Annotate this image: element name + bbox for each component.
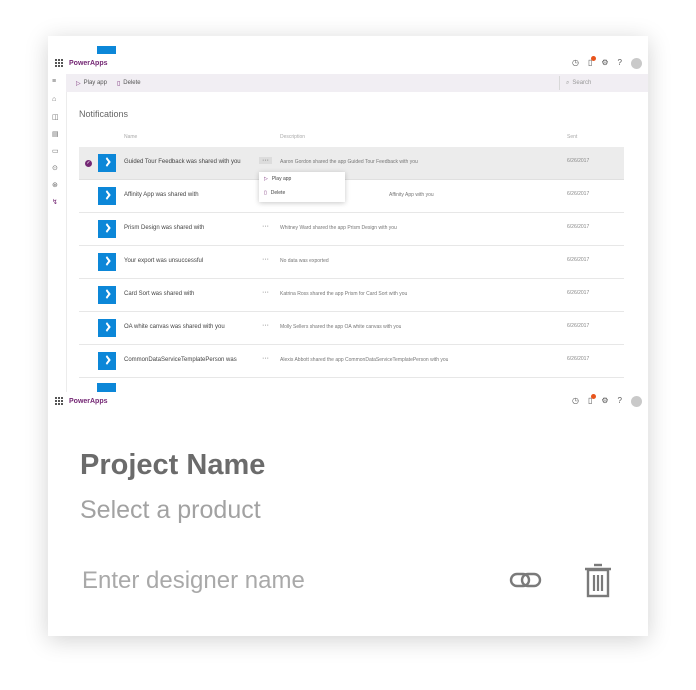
app-tile-icon [98, 187, 116, 205]
waffle-icon[interactable] [55, 397, 63, 405]
avatar[interactable] [631, 395, 642, 407]
notification-description: Katrina Ross shared the app Prism for Ca… [280, 291, 408, 297]
delete-label: Delete [123, 80, 141, 86]
more-options-button[interactable]: ··· [262, 289, 269, 296]
avatar[interactable] [631, 57, 642, 69]
more-options-button[interactable]: ··· [262, 223, 269, 230]
trash-icon [585, 563, 611, 598]
app-tile-icon [98, 220, 116, 238]
app-tile-icon [98, 352, 116, 370]
command-bar: ▷ Play app ▯ Delete ⌕ Search [66, 74, 648, 92]
context-menu: ▷ Play app ▯ Delete [259, 172, 345, 202]
notification-date: 6/26/2017 [567, 224, 590, 230]
gear-icon[interactable]: ⚙ [601, 397, 608, 405]
powerapps-card: PowerApps ◷ ▯ ⚙ ? ≡ ⌂ ◫ ▤ ▭ ⊙ ⊛ ↯ ▷ Play… [48, 36, 648, 636]
notification-row[interactable]: Affinity App was shared with ··· Affinit… [79, 180, 624, 213]
bell-icon[interactable]: ▯ [588, 394, 596, 405]
left-rail: ≡ ⌂ ◫ ▤ ▭ ⊙ ⊛ ↯ [48, 74, 67, 392]
search-icon: ⌕ [566, 79, 570, 86]
notification-date: 6/26/2017 [567, 290, 590, 296]
more-options-button[interactable]: ··· [262, 355, 269, 362]
notification-name: Guided Tour Feedback was shared with you [124, 159, 241, 165]
hamburger-icon[interactable]: ≡ [52, 78, 56, 85]
column-header-name[interactable]: Name [124, 134, 137, 140]
link-icon [509, 572, 542, 588]
more-options-button[interactable]: ··· [262, 322, 269, 329]
partial-app-icon-bottom [97, 383, 116, 392]
apps-icon[interactable]: ▤ [52, 130, 59, 138]
notification-date: 6/26/2017 [567, 356, 590, 362]
trash-icon: ▯ [116, 80, 121, 87]
more-options-button[interactable]: ··· [259, 157, 272, 164]
notification-description: Alexis Abbott shared the app CommonDataS… [280, 357, 449, 363]
notification-name: Your export was unsuccessful [124, 258, 204, 264]
notification-date: 6/26/2017 [567, 257, 590, 263]
notifications-icon[interactable]: ↯ [52, 198, 58, 206]
bell-icon[interactable]: ▯ [588, 56, 596, 67]
help-icon[interactable]: ? [618, 59, 622, 67]
notification-description: Molly Sellers shared the app OA white ca… [280, 324, 402, 330]
app-tile-icon [98, 253, 116, 271]
play-app-button[interactable]: ▷ Play app [76, 80, 107, 87]
create-icon[interactable]: ▭ [52, 147, 59, 155]
notification-row[interactable]: Your export was unsuccessful ··· No data… [79, 246, 624, 279]
delete-button[interactable]: ▯ Delete [117, 80, 141, 87]
notification-description: Aaron Gordon shared the app Guided Tour … [280, 159, 418, 165]
play-icon: ▷ [76, 80, 81, 87]
history-icon[interactable]: ◷ [572, 59, 579, 67]
history-icon[interactable]: ◷ [572, 397, 579, 405]
context-menu-play-app[interactable]: ▷ Play app [259, 172, 345, 186]
gear-icon[interactable]: ⚙ [601, 59, 608, 67]
notification-row[interactable]: Card Sort was shared with ··· Katrina Ro… [79, 279, 624, 312]
brand-name[interactable]: PowerApps [69, 60, 108, 67]
notification-name: Prism Design was shared with [124, 225, 205, 231]
trash-icon: ▯ [264, 190, 267, 196]
help-icon[interactable]: ? [618, 397, 622, 405]
notification-row[interactable]: Prism Design was shared with ··· Whitney… [79, 213, 624, 246]
app-tile-icon [98, 154, 116, 172]
home-icon[interactable]: ⌂ [52, 96, 56, 103]
context-menu-delete-label: Delete [270, 190, 286, 196]
app-tile-icon [98, 286, 116, 304]
notification-date: 6/26/2017 [567, 158, 590, 164]
top-bar-secondary: PowerApps ◷ ▯ ⚙ ? [48, 392, 648, 410]
search-placeholder: Search [572, 80, 592, 86]
notification-name: Affinity App was shared with [124, 192, 199, 198]
notification-date: 6/26/2017 [567, 191, 590, 197]
notification-name: Card Sort was shared with [124, 291, 195, 297]
notification-description: Whitney Ward shared the app Prism Design… [280, 225, 397, 231]
notification-row[interactable]: ✓ Guided Tour Feedback was shared with y… [79, 147, 624, 180]
notification-name: CommonDataServiceTemplatePerson was [124, 357, 237, 363]
learn-icon[interactable]: ◫ [52, 113, 59, 121]
delete-project-button[interactable] [584, 562, 612, 598]
product-select[interactable]: Select a product [80, 496, 261, 525]
context-menu-delete[interactable]: ▯ Delete [259, 186, 345, 200]
app-tile-icon [98, 319, 116, 337]
notification-date: 6/26/2017 [567, 323, 590, 329]
top-bar: PowerApps ◷ ▯ ⚙ ? [48, 54, 648, 72]
notification-row[interactable]: CommonDataServiceTemplatePerson was ··· … [79, 345, 624, 378]
column-header-description[interactable]: Description [280, 134, 305, 140]
project-title: Project Name [80, 449, 266, 481]
notification-description: Affinity App with you [389, 192, 434, 198]
data-icon[interactable]: ⊛ [52, 181, 58, 189]
play-icon: ▷ [264, 176, 268, 182]
brand-name[interactable]: PowerApps [69, 398, 108, 405]
page-title: Notifications [79, 109, 129, 119]
flows-icon[interactable]: ⊙ [52, 164, 58, 172]
notification-row[interactable]: OA white canvas was shared with you ··· … [79, 312, 624, 345]
context-menu-play-label: Play app [271, 176, 292, 182]
link-button[interactable] [508, 564, 544, 596]
selected-check-icon[interactable]: ✓ [85, 160, 92, 167]
search-box[interactable]: ⌕ Search [559, 76, 644, 90]
column-header-sent[interactable]: Sent [567, 134, 577, 140]
notification-name: OA white canvas was shared with you [124, 324, 225, 330]
more-options-button[interactable]: ··· [262, 256, 269, 263]
designer-name-input[interactable] [82, 563, 482, 599]
waffle-icon[interactable] [55, 59, 63, 67]
play-app-label: Play app [83, 80, 107, 86]
notification-description: No data was exported [280, 258, 329, 264]
